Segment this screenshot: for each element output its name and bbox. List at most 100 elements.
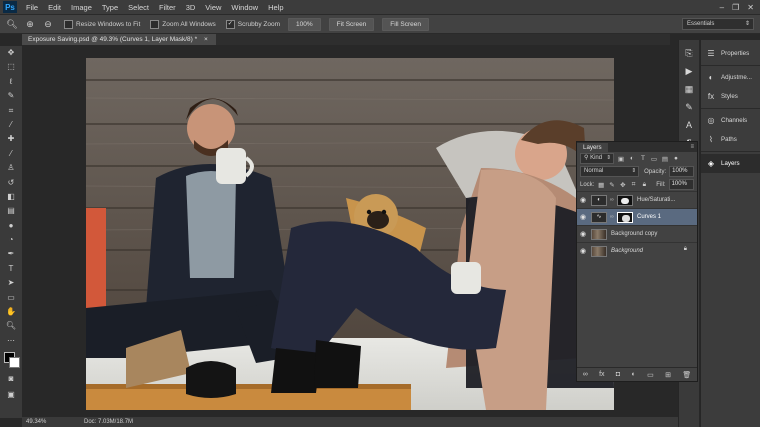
restore-icon[interactable]: ❐ bbox=[732, 3, 739, 12]
close-icon[interactable]: ✕ bbox=[747, 3, 754, 12]
filter-adjustment-icon[interactable]: ◐ bbox=[628, 155, 636, 162]
shape-tool-icon[interactable]: ▭ bbox=[0, 291, 22, 305]
minimize-icon[interactable]: – bbox=[720, 3, 724, 12]
checkbox-checked[interactable]: ✓ bbox=[225, 19, 235, 29]
layer-name[interactable]: Background bbox=[611, 248, 643, 254]
link-layers-icon[interactable]: ∞ bbox=[583, 371, 588, 378]
new-group-icon[interactable]: ▭ bbox=[647, 371, 654, 379]
zoom-100-button[interactable]: 100% bbox=[288, 17, 321, 31]
background-color[interactable] bbox=[9, 357, 20, 368]
visibility-eye-icon[interactable]: ◉ bbox=[577, 213, 589, 221]
layer-mask-thumbnail[interactable] bbox=[617, 211, 633, 223]
zoom-level[interactable]: 49.34% bbox=[26, 417, 46, 427]
fill-input[interactable]: 100% bbox=[668, 179, 694, 190]
layer-mask-thumbnail[interactable] bbox=[617, 194, 633, 206]
panel-paths[interactable]: ⌇ Paths bbox=[701, 130, 760, 149]
color-swatches[interactable] bbox=[4, 352, 20, 368]
history-brush-icon[interactable]: ↺ bbox=[0, 176, 22, 190]
filter-smart-icon[interactable]: ▤ bbox=[661, 155, 669, 163]
checkbox-box[interactable] bbox=[150, 19, 160, 29]
panel-adjustments[interactable]: ◐ Adjustme... bbox=[701, 68, 760, 87]
new-adjustment-icon[interactable]: ◐ bbox=[632, 371, 636, 378]
swatches-icon[interactable]: ▦ bbox=[679, 80, 699, 98]
fit-screen-button[interactable]: Fit Screen bbox=[328, 17, 375, 31]
menu-select[interactable]: Select bbox=[123, 3, 154, 12]
fill-screen-button[interactable]: Fill Screen bbox=[382, 17, 430, 31]
screen-mode-icon[interactable]: ▣ bbox=[0, 388, 22, 402]
more-tools-icon[interactable]: ⋯ bbox=[0, 334, 22, 348]
brush-tool-icon[interactable]: ⁄ bbox=[0, 147, 22, 161]
document-canvas-photo[interactable] bbox=[86, 58, 614, 410]
menu-type[interactable]: Type bbox=[97, 3, 123, 12]
visibility-eye-icon[interactable]: ◉ bbox=[577, 230, 589, 238]
layer-name[interactable]: Curves 1 bbox=[637, 214, 661, 220]
move-tool-icon[interactable]: ✥ bbox=[0, 46, 22, 60]
document-size[interactable]: Doc: 7.03M/18.7M bbox=[84, 417, 133, 427]
pen-tool-icon[interactable]: ✒ bbox=[0, 247, 22, 261]
visibility-eye-icon[interactable]: ◉ bbox=[577, 247, 589, 255]
delete-layer-icon[interactable]: 🗑︎ bbox=[682, 371, 691, 379]
layer-row-curves[interactable]: ◉ ∿ ∞ Curves 1 bbox=[577, 208, 697, 225]
filter-kind-select[interactable]: ⚲ Kind bbox=[580, 153, 614, 164]
filter-shape-icon[interactable]: ▭ bbox=[650, 155, 658, 163]
layer-name[interactable]: Background copy bbox=[611, 231, 657, 237]
lock-artboard-icon[interactable]: ⌗ bbox=[630, 181, 638, 189]
eyedropper-tool-icon[interactable]: ⁄ bbox=[0, 118, 22, 132]
zoom-in-icon[interactable]: ⊕ bbox=[24, 18, 36, 30]
lasso-tool-icon[interactable]: ℓ bbox=[0, 75, 22, 89]
layer-name[interactable]: Hue/Saturati... bbox=[637, 197, 675, 203]
opacity-input[interactable]: 100% bbox=[669, 166, 694, 177]
lock-position-icon[interactable]: ✥ bbox=[619, 181, 627, 189]
filter-pixel-icon[interactable]: ▣ bbox=[617, 155, 625, 163]
layer-row-background-copy[interactable]: ◉ Background copy bbox=[577, 225, 697, 242]
scrubby-zoom-checkbox[interactable]: ✓ Scrubby Zoom bbox=[225, 19, 280, 29]
add-mask-icon[interactable]: ◘ bbox=[616, 371, 620, 378]
layer-row-background[interactable]: ◉ Background 🔒︎ bbox=[577, 242, 697, 259]
blur-tool-icon[interactable]: ● bbox=[0, 219, 22, 233]
menu-view[interactable]: View bbox=[200, 3, 226, 12]
layer-row-hue-saturation[interactable]: ◉ ◐ ∞ Hue/Saturati... bbox=[577, 191, 697, 208]
character-icon[interactable]: A bbox=[679, 116, 699, 134]
quick-select-tool-icon[interactable]: ✎ bbox=[0, 89, 22, 103]
document-tab[interactable]: Exposure Saving.psd @ 49.3% (Curves 1, L… bbox=[22, 34, 216, 45]
zoom-tool-icon[interactable]: 🔍︎ bbox=[0, 319, 22, 333]
menu-help[interactable]: Help bbox=[263, 3, 288, 12]
lock-transparent-icon[interactable]: ▦ bbox=[597, 181, 605, 189]
menu-window[interactable]: Window bbox=[226, 3, 263, 12]
panel-channels[interactable]: ◎ Channels bbox=[701, 111, 760, 130]
menu-image[interactable]: Image bbox=[66, 3, 97, 12]
panel-properties[interactable]: ☰ Properties bbox=[701, 44, 760, 63]
type-tool-icon[interactable]: T bbox=[0, 262, 22, 276]
layer-style-icon[interactable]: fx bbox=[599, 371, 604, 378]
hand-tool-icon[interactable]: ✋ bbox=[0, 305, 22, 319]
crop-tool-icon[interactable]: ⌗ bbox=[0, 104, 22, 118]
history-icon[interactable]: ⎘ bbox=[679, 44, 699, 62]
zoom-tool-icon[interactable]: 🔍︎ bbox=[6, 18, 18, 30]
brush-settings-icon[interactable]: ✎ bbox=[679, 98, 699, 116]
blend-mode-select[interactable]: Normal bbox=[580, 166, 640, 177]
marquee-tool-icon[interactable]: ⬚ bbox=[0, 60, 22, 74]
dodge-tool-icon[interactable]: ◔ bbox=[0, 233, 22, 247]
quick-mask-icon[interactable]: ◙ bbox=[0, 372, 22, 386]
close-tab-icon[interactable]: × bbox=[204, 36, 208, 43]
visibility-eye-icon[interactable]: ◉ bbox=[577, 196, 589, 204]
actions-icon[interactable]: ▶ bbox=[679, 62, 699, 80]
panel-styles[interactable]: fx Styles bbox=[701, 87, 760, 106]
gradient-tool-icon[interactable]: ▤ bbox=[0, 204, 22, 218]
healing-tool-icon[interactable]: ✚ bbox=[0, 132, 22, 146]
lock-image-icon[interactable]: ✎ bbox=[608, 181, 616, 189]
panel-menu-icon[interactable]: ≡ bbox=[690, 143, 694, 152]
zoom-all-checkbox[interactable]: Zoom All Windows bbox=[150, 19, 216, 29]
panel-layers[interactable]: ◈ Layers bbox=[701, 154, 760, 173]
filter-toggle-icon[interactable]: ● bbox=[672, 155, 680, 162]
filter-type-icon[interactable]: T bbox=[639, 155, 647, 162]
zoom-out-icon[interactable]: ⊖ bbox=[42, 18, 54, 30]
path-select-tool-icon[interactable]: ➤ bbox=[0, 276, 22, 290]
stamp-tool-icon[interactable]: ♙ bbox=[0, 161, 22, 175]
checkbox-box[interactable] bbox=[64, 19, 73, 29]
resize-windows-checkbox[interactable]: Resize Windows to Fit bbox=[64, 19, 140, 29]
workspace-select[interactable]: Essentials bbox=[682, 18, 754, 30]
new-layer-icon[interactable]: ⊞ bbox=[665, 371, 671, 379]
menu-3d[interactable]: 3D bbox=[181, 3, 201, 12]
layers-tab[interactable]: Layers bbox=[577, 143, 608, 152]
